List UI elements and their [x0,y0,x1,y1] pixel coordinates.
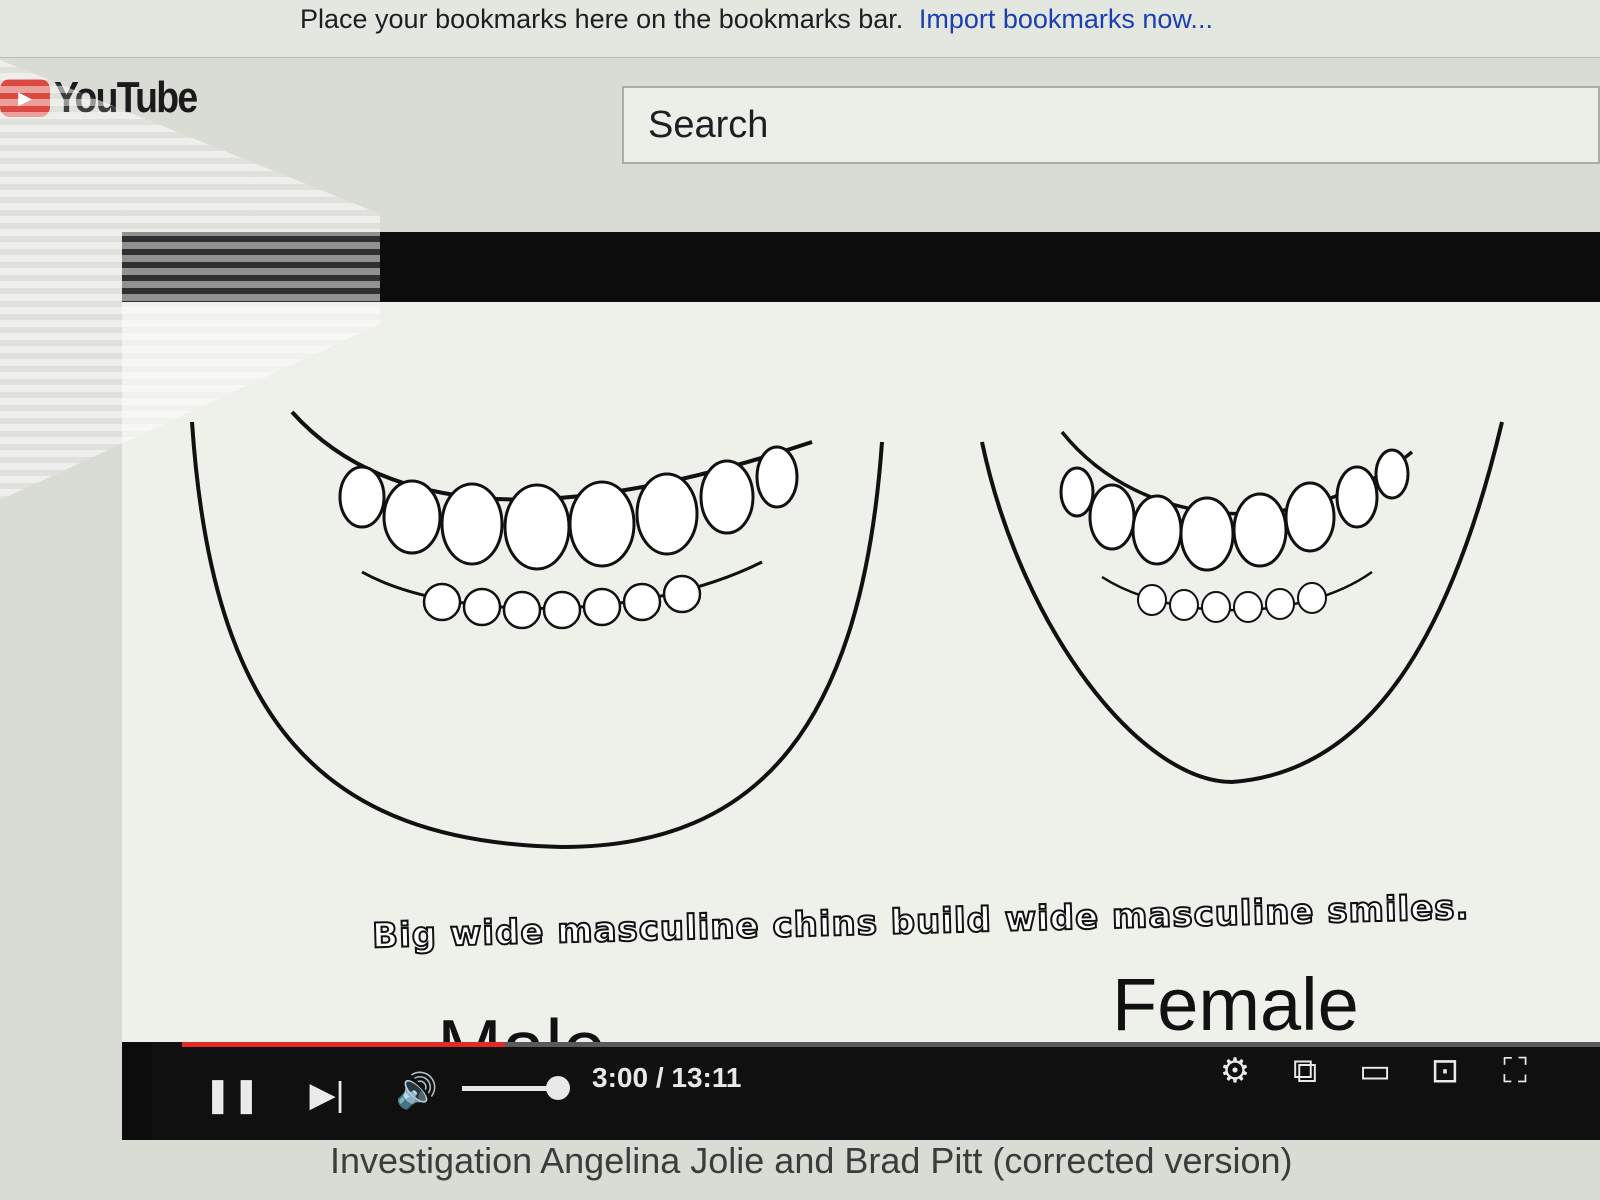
youtube-wordmark: YouTube [54,73,198,122]
female-teeth [1059,448,1410,572]
volume-slider[interactable] [462,1086,552,1091]
video-player[interactable]: Big wide masculine chins build wide masc… [122,232,1600,1140]
miniplayer-icon: ⧉ [1292,1051,1318,1090]
volume-icon: 🔊 [395,1072,439,1110]
next-button[interactable]: ▶| [302,1070,352,1120]
miniplayer-button[interactable]: ⧉ [1282,1048,1328,1094]
player-controls: ❚❚ ▶| 🔊 3:00 / 13:11 ⚙ ⧉ ▭ ⊡ ⛶ [152,1042,1600,1140]
theater-mode-icon: ▭ [1358,1052,1392,1090]
male-teeth [338,445,799,571]
progress-bar-fill [182,1042,506,1047]
youtube-header: ▶ YouTube [0,58,1600,208]
time-display: 3:00 / 13:11 [592,1062,742,1093]
volume-slider-handle[interactable] [546,1076,570,1100]
cast-button[interactable]: ⊡ [1422,1048,1468,1094]
search-input[interactable] [648,103,1598,147]
bookmarks-bar: Place your bookmarks here on the bookmar… [0,0,1600,58]
pause-icon: ❚❚ [203,1076,261,1114]
mute-button[interactable]: 🔊 [392,1066,442,1116]
settings-button[interactable]: ⚙ [1212,1048,1258,1094]
youtube-logo[interactable]: ▶ YouTube [0,68,222,128]
search-box[interactable] [622,86,1600,164]
pause-button[interactable]: ❚❚ [204,1070,261,1120]
cast-icon: ⊡ [1430,1052,1460,1090]
bookmarks-bar-text: Place your bookmarks here on the bookmar… [300,4,904,34]
import-bookmarks-link[interactable]: Import bookmarks now... [919,4,1213,34]
fullscreen-button[interactable]: ⛶ [1492,1048,1538,1094]
youtube-play-logo-icon: ▶ [0,79,50,117]
video-frame[interactable]: Big wide masculine chins build wide masc… [122,302,1600,1091]
label-female: Female [1112,963,1359,1046]
video-title[interactable]: Investigation Angelina Jolie and Brad Pi… [330,1140,1293,1182]
theater-mode-button[interactable]: ▭ [1352,1048,1398,1094]
gear-icon: ⚙ [1219,1052,1251,1090]
male-lower-teeth [422,574,702,630]
fullscreen-icon: ⛶ [1503,1051,1527,1090]
next-icon: ▶| [309,1076,345,1114]
progress-bar[interactable] [182,1042,1600,1047]
female-lower-teeth [1137,582,1327,623]
